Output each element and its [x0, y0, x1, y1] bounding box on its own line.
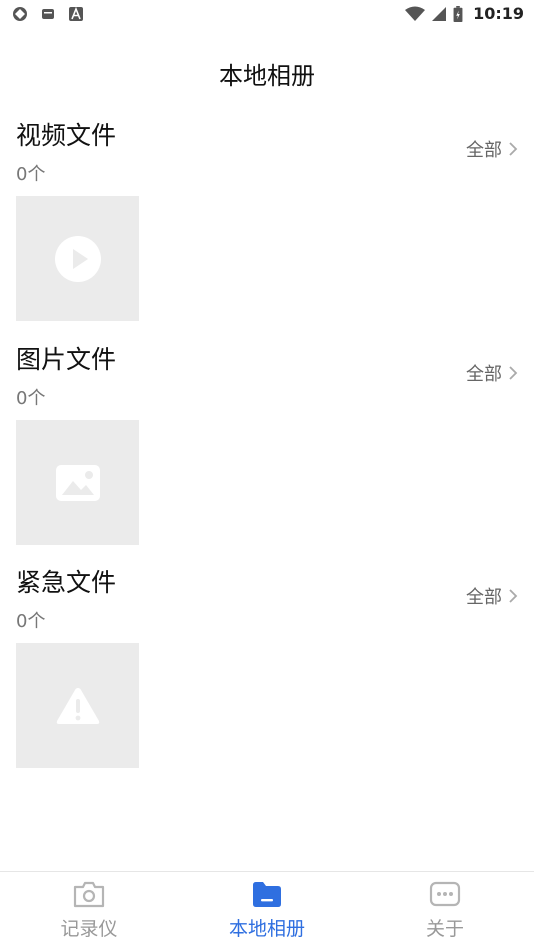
battery-icon [453, 5, 463, 22]
section-title: 紧急文件 [16, 568, 117, 597]
camera-icon [73, 881, 105, 908]
font-a-icon [69, 6, 83, 21]
section-image-files: 图片文件 0个 全部 [0, 340, 534, 564]
chevron-right-icon [509, 589, 518, 603]
status-bar: 10:19 [0, 0, 534, 28]
globe-icon [13, 7, 27, 21]
image-thumbnail-placeholder[interactable] [16, 420, 139, 545]
page-title: 本地相册 [219, 62, 315, 90]
nav-item-local-album[interactable]: 本地相册 [178, 872, 356, 951]
status-time: 10:19 [473, 4, 524, 23]
video-thumbnail-placeholder[interactable] [16, 196, 139, 321]
section-count: 0个 [16, 164, 46, 185]
section-title: 图片文件 [16, 345, 117, 374]
view-all-label: 全部 [466, 587, 502, 608]
section-emergency-files: 紧急文件 0个 全部 [0, 563, 534, 787]
section-count: 0个 [16, 611, 46, 632]
emergency-thumbnail-placeholder[interactable] [16, 643, 139, 768]
status-left-icons [12, 6, 84, 22]
nav-item-about[interactable]: 关于 [356, 872, 534, 951]
signal-icon [432, 6, 447, 21]
view-all-videos-button[interactable]: 全部 [466, 136, 518, 162]
nav-label: 记录仪 [60, 918, 118, 940]
more-icon [429, 881, 461, 907]
warning-icon [56, 687, 99, 724]
status-right-icons: 10:19 [405, 4, 524, 23]
chevron-right-icon [509, 142, 518, 156]
message-icon [42, 9, 54, 19]
section-title: 视频文件 [16, 121, 117, 150]
nav-label: 关于 [425, 918, 464, 940]
chevron-right-icon [509, 366, 518, 380]
nav-label: 本地相册 [228, 918, 305, 940]
image-icon [55, 464, 100, 501]
play-icon [54, 235, 101, 282]
nav-item-recorder[interactable]: 记录仪 [0, 872, 178, 951]
view-all-emergency-button[interactable]: 全部 [466, 583, 518, 609]
view-all-label: 全部 [466, 364, 502, 385]
folder-icon [253, 882, 281, 907]
view-all-images-button[interactable]: 全部 [466, 360, 518, 386]
section-count: 0个 [16, 388, 46, 409]
section-video-files: 视频文件 0个 全部 [0, 116, 534, 340]
bottom-nav: 记录仪 本地相册 关于 [0, 871, 534, 951]
wifi-icon [405, 6, 426, 21]
view-all-label: 全部 [466, 140, 502, 161]
